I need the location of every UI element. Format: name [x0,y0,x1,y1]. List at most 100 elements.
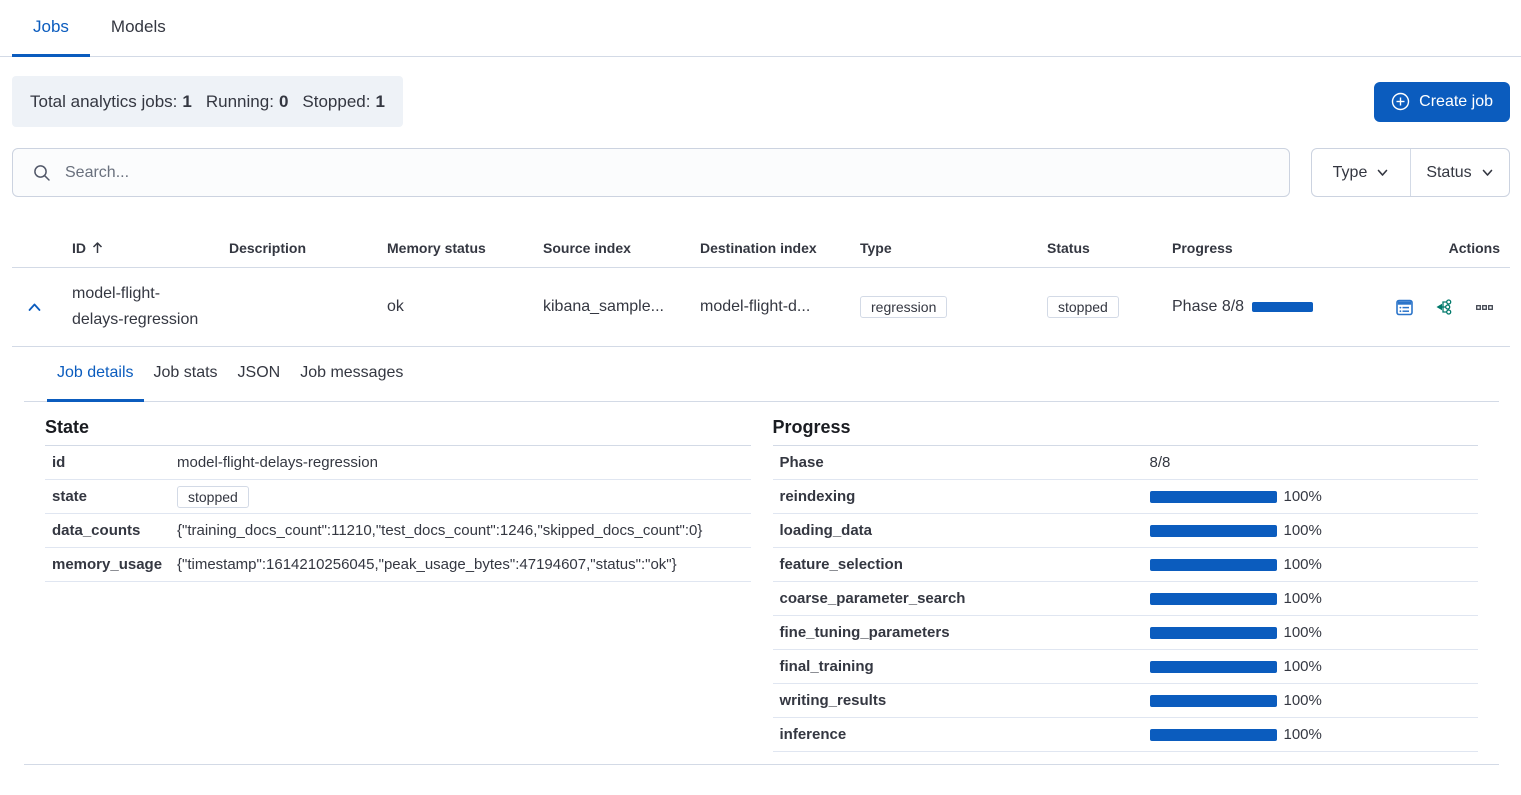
analytics-map-button[interactable] [1435,298,1454,317]
progress-row-phase: Phase 8/8 [773,446,1479,480]
state-section-title: State [45,415,751,446]
percent-label: 100% [1284,658,1322,675]
column-header-id[interactable]: ID [72,240,229,256]
detail-label: feature_selection [780,556,1150,573]
status-filter-button[interactable]: Status [1410,149,1509,196]
detail-label: data_counts [52,522,177,539]
view-results-button[interactable] [1395,298,1414,317]
progress-section: Progress Phase 8/8 reindexing 100% loadi… [773,415,1479,752]
detail-label: Phase [780,454,1150,471]
detail-label: reindexing [780,488,1150,505]
search-box [12,148,1290,197]
column-header-type[interactable]: Type [860,240,1047,256]
phase-progress-bar [1150,593,1277,605]
actions-menu-button[interactable] [1475,298,1494,317]
tab-models[interactable]: Models [90,0,187,57]
progress-row-inference: inference 100% [773,718,1479,752]
search-icon [33,164,51,182]
column-header-actions: Actions [1395,240,1510,256]
detail-tabs: Job details Job stats JSON Job messages [24,347,1499,402]
app-tabs: Jobs Models [0,0,1521,57]
job-id-cell: model-flight-delays-regression [72,281,229,333]
job-destination-index-cell: model-flight-d... [700,298,860,316]
total-jobs-stat: Total analytics jobs:1 [30,92,192,112]
tab-job-details[interactable]: Job details [47,347,144,402]
percent-label: 100% [1284,522,1322,539]
detail-label: writing_results [780,692,1150,709]
column-header-id-label: ID [72,240,86,256]
sort-ascending-icon [91,241,104,255]
column-header-source-index[interactable]: Source index [543,240,700,256]
phase-progress-bar [1150,491,1277,503]
column-header-status[interactable]: Status [1047,240,1172,256]
detail-label: id [52,454,177,471]
stats-row: Total analytics jobs:1 Running:0 Stopped… [12,76,1510,127]
jobs-stats-panel: Total analytics jobs:1 Running:0 Stopped… [12,76,403,127]
detail-value: {"training_docs_count":11210,"test_docs_… [177,522,751,539]
table-header-row: ID Description Memory status Source inde… [12,228,1510,268]
filter-group: Type Status [1311,148,1510,197]
percent-label: 100% [1284,556,1322,573]
chevron-up-icon [26,299,43,316]
stopped-jobs-label: Stopped: [302,92,370,111]
state-row-id: id model-flight-delays-regression [45,446,751,480]
jobs-table: ID Description Memory status Source inde… [12,228,1510,765]
detail-label: loading_data [780,522,1150,539]
phase-progress-bar [1150,661,1277,673]
state-section: State id model-flight-delays-regression … [45,415,751,752]
chevron-down-icon [1376,166,1389,179]
job-type-cell: regression [860,296,1047,318]
job-row[interactable]: model-flight-delays-regression ok kibana… [12,268,1510,347]
tab-jobs[interactable]: Jobs [12,0,90,57]
state-status-badge: stopped [177,486,249,508]
tab-job-stats[interactable]: Job stats [144,347,228,402]
job-details-expanded-panel: Job details Job stats JSON Job messages … [24,347,1499,765]
detail-content: State id model-flight-delays-regression … [24,402,1499,764]
detail-value: {"timestamp":1614210256045,"peak_usage_b… [177,556,751,573]
progress-row-reindexing: reindexing 100% [773,480,1479,514]
tab-json[interactable]: JSON [228,347,291,402]
phase-progress-bar [1150,695,1277,707]
search-input[interactable] [13,149,1289,196]
detail-label: final_training [780,658,1150,675]
detail-label: state [52,488,177,505]
create-job-button[interactable]: Create job [1374,82,1510,122]
job-source-index-cell: kibana_sample... [543,298,700,316]
analytics-map-icon [1435,298,1454,317]
job-memory-status-cell: ok [387,298,543,316]
detail-label: fine_tuning_parameters [780,624,1150,641]
total-jobs-label: Total analytics jobs: [30,92,177,111]
results-table-icon [1395,298,1414,317]
tab-job-messages[interactable]: Job messages [290,347,413,402]
chevron-down-icon [1481,166,1494,179]
state-row-memory-usage: memory_usage {"timestamp":1614210256045,… [45,548,751,582]
stopped-jobs-value: 1 [375,92,384,111]
state-row-state: state stopped [45,480,751,514]
detail-value: stopped [177,486,751,508]
state-row-data-counts: data_counts {"training_docs_count":11210… [45,514,751,548]
running-jobs-value: 0 [279,92,288,111]
search-row: Type Status [12,148,1510,197]
running-jobs-stat: Running: 0 [206,92,289,112]
ellipsis-boxes-icon [1475,298,1494,317]
percent-label: 100% [1284,590,1322,607]
running-jobs-label: Running: [206,92,274,111]
phase-progress-bar [1150,525,1277,537]
progress-section-title: Progress [773,415,1479,446]
job-status-cell: stopped [1047,296,1172,318]
column-header-description[interactable]: Description [229,240,387,256]
detail-label: coarse_parameter_search [780,590,1150,607]
percent-label: 100% [1284,726,1322,743]
progress-row-loading-data: loading_data 100% [773,514,1479,548]
collapse-row-button[interactable] [26,299,43,316]
progress-row-final-training: final_training 100% [773,650,1479,684]
progress-row-coarse-parameter-search: coarse_parameter_search 100% [773,582,1479,616]
progress-row-feature-selection: feature_selection 100% [773,548,1479,582]
progress-row-fine-tuning-parameters: fine_tuning_parameters 100% [773,616,1479,650]
column-header-memory-status[interactable]: Memory status [387,240,543,256]
type-filter-button[interactable]: Type [1312,149,1410,196]
phase-progress-bar [1150,627,1277,639]
percent-label: 100% [1284,692,1322,709]
column-header-progress[interactable]: Progress [1172,240,1395,256]
column-header-destination-index[interactable]: Destination index [700,240,860,256]
